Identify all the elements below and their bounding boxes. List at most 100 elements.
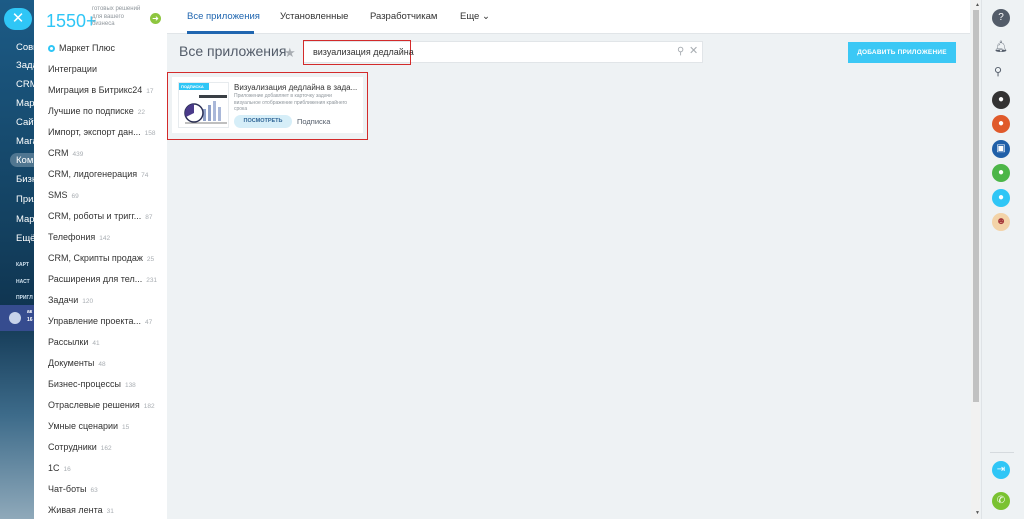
- category-count: 16: [63, 466, 71, 473]
- arrow-right-icon[interactable]: ➜: [150, 13, 161, 24]
- open-lines-icon[interactable]: ⇥: [992, 461, 1010, 479]
- category-count: 158: [144, 130, 156, 137]
- category-item[interactable]: Интеграции: [34, 59, 166, 80]
- tab-all-apps[interactable]: Все приложения: [187, 11, 260, 22]
- app-thumbnail[interactable]: ПОДПИСКА: [178, 82, 229, 128]
- category-count: 47: [145, 319, 153, 326]
- tab-developers[interactable]: Разработчикам: [370, 11, 437, 22]
- user-avatar[interactable]: ●: [992, 189, 1010, 207]
- category-item[interactable]: Рассылки 41: [34, 332, 166, 353]
- category-item[interactable]: Отраслевые решения 182: [34, 395, 166, 416]
- scroll-up-arrow-icon[interactable]: ▲: [975, 2, 980, 8]
- category-count: 87: [145, 214, 153, 221]
- close-icon[interactable]: ✕: [689, 44, 698, 57]
- sidebar-item[interactable]: Марк: [16, 214, 34, 225]
- category-item[interactable]: Миграция в Битрикс24 17: [34, 80, 166, 101]
- view-button[interactable]: ПОСМОТРЕТЬ: [234, 115, 292, 128]
- promo-line: 16: [27, 317, 33, 323]
- category-count: 41: [92, 340, 100, 347]
- market-plus-icon: [48, 45, 55, 52]
- promo-line: ак: [27, 309, 33, 315]
- category-label: CRM, роботы и тригг...: [48, 211, 142, 221]
- user-avatar[interactable]: ●: [992, 164, 1010, 182]
- divider: [990, 452, 1014, 453]
- category-count: 74: [141, 172, 149, 179]
- market-window: 1550+ готовых решений для вашего бизнеса…: [34, 0, 980, 519]
- star-icon[interactable]: ★: [284, 45, 296, 61]
- category-item[interactable]: Умные сценарии 15: [34, 416, 166, 437]
- sidebar-item[interactable]: Сайт: [16, 117, 34, 128]
- category-item[interactable]: Маркет Плюс: [34, 38, 166, 59]
- sidebar-item[interactable]: Марк: [16, 98, 34, 109]
- category-item[interactable]: Импорт, экспорт дан... 158: [34, 122, 166, 143]
- category-item[interactable]: Управление проекта... 47: [34, 311, 166, 332]
- scroll-down-arrow-icon[interactable]: ▼: [975, 510, 980, 516]
- add-app-button[interactable]: ДОБАВИТЬ ПРИЛОЖЕНИЕ: [848, 42, 956, 63]
- category-label: Миграция в Битрикс24: [48, 85, 143, 95]
- license-promo[interactable]: ак 16: [0, 305, 34, 331]
- category-label: Сотрудники: [48, 442, 97, 452]
- user-avatar[interactable]: ☻: [992, 213, 1010, 231]
- category-count: 120: [82, 298, 94, 305]
- category-label: Документы: [48, 358, 95, 368]
- user-avatar[interactable]: ●: [992, 91, 1010, 109]
- category-label: SMS: [48, 190, 68, 200]
- category-item[interactable]: 1С 16: [34, 458, 166, 479]
- app-description: Приложение добавляет в карточку задачи в…: [234, 93, 348, 112]
- subscription-label: Подписка: [297, 117, 331, 126]
- category-label: Умные сценарии: [48, 421, 119, 431]
- category-label: Расширения для тел...: [48, 274, 143, 284]
- category-item[interactable]: Лучшие по подписке 22: [34, 101, 166, 122]
- category-count: 182: [143, 403, 155, 410]
- sidebar-section[interactable]: ПРИГЛ: [16, 295, 33, 301]
- search-icon[interactable]: ⚲: [677, 46, 684, 57]
- sidebar-item[interactable]: Зада: [16, 60, 34, 71]
- category-item[interactable]: CRM 439: [34, 143, 166, 164]
- category-label: CRM, лидогенерация: [48, 169, 138, 179]
- search-value: визуализация дедлайна: [313, 47, 414, 57]
- phone-icon[interactable]: ✆: [992, 492, 1010, 510]
- category-count: 439: [72, 151, 84, 158]
- category-item[interactable]: CRM, Скрипты продаж 25: [34, 248, 166, 269]
- category-item[interactable]: Телефония 142: [34, 227, 166, 248]
- category-item[interactable]: Живая лента 31: [34, 500, 166, 519]
- category-item[interactable]: Расширения для тел... 231: [34, 269, 166, 290]
- category-label: Интеграции: [48, 64, 97, 74]
- user-avatar[interactable]: ●: [992, 115, 1010, 133]
- app-title[interactable]: Визуализация дедлайна в зада...: [234, 83, 362, 92]
- scrollbar-thumb[interactable]: [973, 10, 979, 402]
- sidebar-item[interactable]: Мага: [16, 136, 34, 147]
- category-count: 69: [71, 193, 79, 200]
- category-label: Импорт, экспорт дан...: [48, 127, 141, 137]
- crown-icon: [9, 312, 21, 324]
- search-icon[interactable]: ⚲: [994, 65, 1002, 78]
- category-item[interactable]: Сотрудники 162: [34, 437, 166, 458]
- tab-installed[interactable]: Установленные: [280, 11, 348, 22]
- tab-more[interactable]: Еще ⌄: [460, 11, 490, 22]
- sidebar-section[interactable]: НАСТ: [16, 279, 30, 285]
- help-icon[interactable]: ?: [992, 9, 1010, 27]
- sidebar-item[interactable]: Совм: [16, 42, 34, 53]
- category-count: 22: [137, 109, 145, 116]
- subscription-ribbon: ПОДПИСКА: [179, 83, 209, 90]
- sidebar-item[interactable]: Комп: [16, 155, 34, 166]
- bell-icon[interactable]: 🔔︎: [994, 40, 1008, 53]
- category-item[interactable]: CRM, лидогенерация 74: [34, 164, 166, 185]
- category-item[interactable]: CRM, роботы и тригг... 87: [34, 206, 166, 227]
- sidebar-item[interactable]: CRM: [16, 79, 34, 90]
- sidebar-section[interactable]: КАРТ: [16, 262, 29, 268]
- category-label: Чат-боты: [48, 484, 87, 494]
- close-slider-button[interactable]: ✕: [4, 8, 32, 30]
- category-count: 231: [146, 277, 158, 284]
- sidebar-item[interactable]: Бизн: [16, 174, 34, 185]
- category-item[interactable]: Чат-боты 63: [34, 479, 166, 500]
- category-item[interactable]: Задачи 120: [34, 290, 166, 311]
- category-count: 17: [146, 88, 154, 95]
- category-item[interactable]: Бизнес-процессы 138: [34, 374, 166, 395]
- app-card[interactable]: ПОДПИСКА Визуализация дедлайна в зада...…: [172, 77, 363, 133]
- sidebar-item[interactable]: Ещё: [16, 233, 34, 244]
- group-avatar[interactable]: ▣: [992, 140, 1010, 158]
- category-item[interactable]: Документы 48: [34, 353, 166, 374]
- sidebar-item[interactable]: Прил: [16, 194, 34, 205]
- category-item[interactable]: SMS 69: [34, 185, 166, 206]
